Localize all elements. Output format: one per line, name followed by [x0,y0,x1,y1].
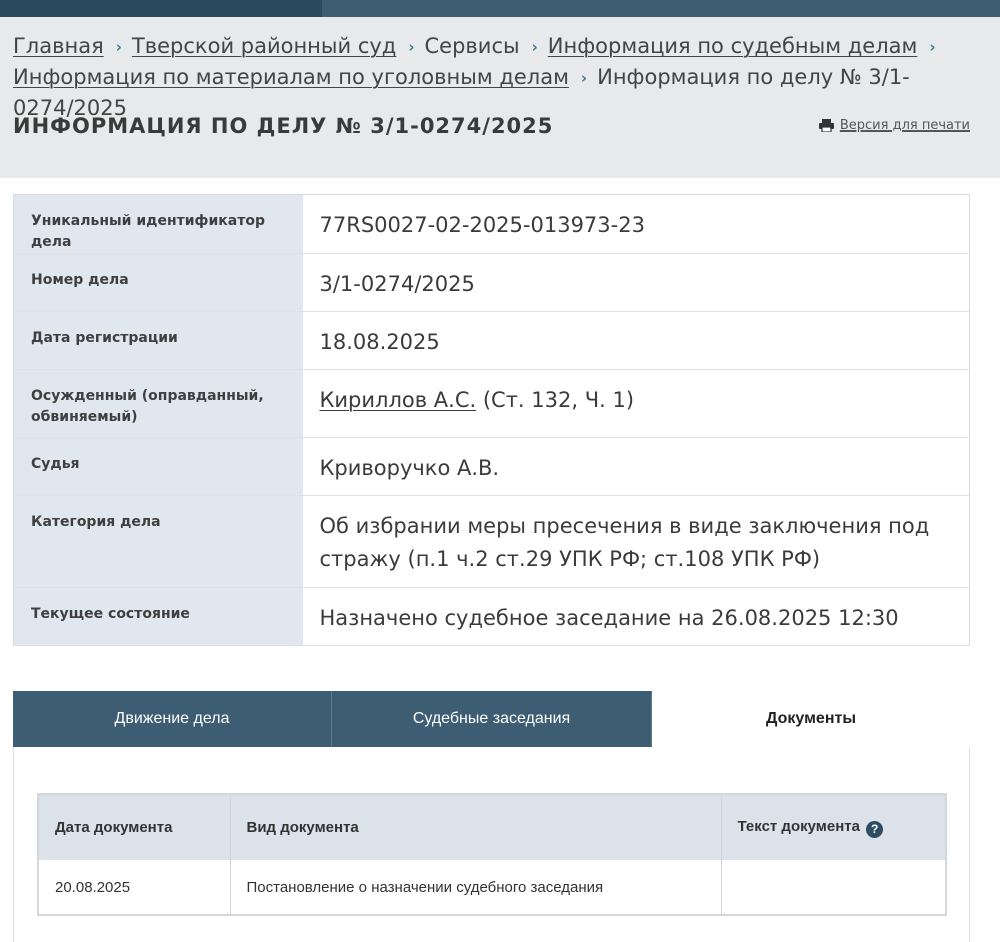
page-title: ИНФОРМАЦИЯ ПО ДЕЛУ № 3/1-0274/2025 [13,114,554,138]
case-info-value: Криворучко А.В. [319,456,500,480]
column-header-date: Дата документа [38,794,231,860]
case-info-row: Осужденный (оправданный, обвиняемый) Кир… [13,369,970,438]
case-info-label: Номер дела [13,253,303,312]
top-bar [0,0,1000,17]
case-info-row: Текущее состояние Назначено судебное зас… [13,587,970,646]
case-info-row: Уникальный идентификатор дела 77RS0027-0… [13,194,970,254]
document-type: Постановление о назначении судебного зас… [230,860,722,915]
tab-court-hearings[interactable]: Судебные заседания [332,691,652,747]
case-info-label: Текущее состояние [13,587,303,646]
case-info-value: Назначено судебное заседание на 26.08.20… [319,606,899,630]
case-info-label: Судья [13,437,303,496]
case-info-label: Категория дела [13,495,303,588]
breadcrumb-home[interactable]: Главная [13,34,104,58]
column-header-type: Вид документа [230,794,722,860]
printer-icon [818,119,834,132]
case-tabs-panel: Движение дела Судебные заседания Докумен… [13,691,970,942]
case-info-row: Категория дела Об избрании меры пресечен… [13,495,970,588]
document-date: 20.08.2025 [38,860,231,915]
defendant-article: (Ст. 132, Ч. 1) [476,388,635,412]
case-tabs: Движение дела Судебные заседания Докумен… [13,691,970,747]
documents-table: Дата документа Вид документа Текст докум… [37,793,947,916]
page-header: Главная › Тверской районный суд › Сервисы › Ин… [0,17,1000,178]
defendant-link[interactable]: Кириллов А.С. [320,388,477,412]
case-info-row: Дата регистрации 18.08.2025 [13,311,970,370]
case-info-row: Номер дела 3/1-0274/2025 [13,253,970,312]
chevron-right-icon: › [115,38,122,56]
chevron-right-icon: › [580,69,588,87]
chevron-right-icon: › [929,38,936,56]
breadcrumb-court[interactable]: Тверской районный суд [132,34,396,58]
case-info-row: Судья Криворучко А.В. [13,437,970,496]
breadcrumb-cases[interactable]: Информация по судебным делам [548,34,918,58]
tab-case-movement[interactable]: Движение дела [13,691,332,747]
case-info-value: 18.08.2025 [319,330,440,354]
column-header-text: Текст документа ? [721,794,947,860]
column-header-text-label: Текст документа [737,817,860,835]
case-info-label: Осужденный (оправданный, обвиняемый) [13,369,303,438]
tab-documents[interactable]: Документы [652,691,970,747]
table-row: 20.08.2025 Постановление о назначении су… [38,860,947,915]
print-version-label: Версия для печати [839,118,970,133]
breadcrumb-criminal-materials[interactable]: Информация по материалам по уголовным де… [13,65,569,89]
document-text [721,860,947,915]
documents-header-row: Дата документа Вид документа Текст докум… [38,794,947,860]
breadcrumb-services: Сервисы [424,34,520,58]
chevron-right-icon: › [408,38,415,56]
case-info-value: Об избрании меры пресечения в виде заклю… [319,514,930,571]
case-info-value: Кириллов А.С. (Ст. 132, Ч. 1) [303,370,970,438]
help-icon[interactable]: ? [866,820,884,838]
top-bar-accent [0,0,322,17]
chevron-right-icon: › [531,38,538,56]
print-version-link[interactable]: Версия для печати [818,118,970,133]
case-info-label: Уникальный идентификатор дела [13,194,303,254]
case-info-label: Дата регистрации [13,311,303,370]
case-info-value: 77RS0027-02-2025-013973-23 [319,213,645,237]
case-info-value: 3/1-0274/2025 [319,272,475,296]
breadcrumb: Главная › Тверской районный суд › Сервисы › Ин… [13,31,988,123]
case-info-table: Уникальный идентификатор дела 77RS0027-0… [13,194,970,646]
